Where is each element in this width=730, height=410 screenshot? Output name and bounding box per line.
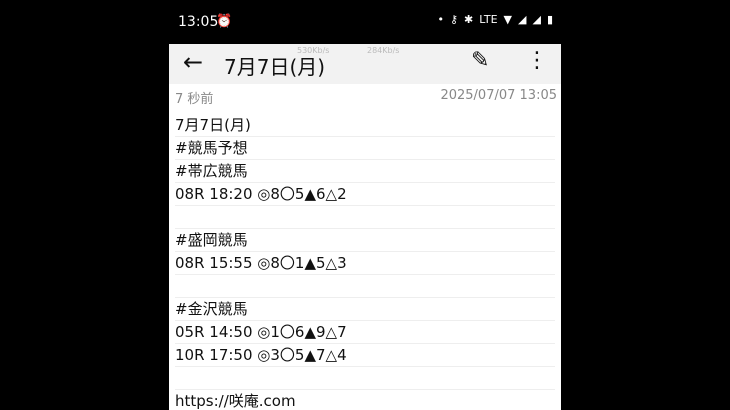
back-arrow-icon[interactable]: ← — [183, 48, 203, 76]
note-line — [175, 206, 555, 229]
note-title: 7月7日(月) — [224, 55, 326, 79]
note-line: 10R 17:50 ◎3〇5▲7△4 — [175, 344, 555, 367]
note-body[interactable]: 7 秒前 2025/07/07 13:05 7月7日(月) #競馬予想 #帯広競… — [169, 84, 561, 410]
note-content[interactable]: 7月7日(月) #競馬予想 #帯広競馬 08R 18:20 ◎8〇5▲6△2 #… — [175, 114, 555, 410]
note-link[interactable]: https://咲庵.com — [175, 390, 555, 410]
note-line: 08R 18:20 ◎8〇5▲6△2 — [175, 183, 555, 206]
status-bar: 13:05 ⏰ • ⚷ ✱ LTE ▼ ◢ ◢ ▮ — [169, 0, 561, 44]
key-icon: ⚷ — [449, 13, 459, 26]
more-options-icon[interactable]: ⋮ — [526, 48, 548, 73]
note-line: #帯広競馬 — [175, 160, 555, 183]
battery-icon: ▮ — [546, 13, 553, 26]
note-line: #競馬予想 — [175, 137, 555, 160]
elapsed-time: 7 秒前 — [175, 92, 214, 107]
lte-label: LTE — [479, 13, 498, 26]
signal-icon-2: ◢ — [532, 13, 541, 26]
note-line — [175, 275, 555, 298]
note-line: 05R 14:50 ◎1〇6▲9△7 — [175, 321, 555, 344]
signal-icon: ◢ — [518, 13, 527, 26]
note-line: 7月7日(月) — [175, 114, 555, 137]
wifi-icon: ▼ — [503, 13, 512, 26]
note-line: 08R 15:55 ◎8〇1▲5△3 — [175, 252, 555, 275]
alarm-icon: ⏰ — [216, 14, 233, 29]
edit-pencil-icon[interactable]: ✎ — [471, 48, 489, 73]
note-line: #盛岡競馬 — [175, 229, 555, 252]
network-speed-2: 284Kb/s — [367, 46, 400, 55]
notification-dot-icon: • — [437, 13, 444, 26]
bluetooth-icon: ✱ — [464, 13, 474, 26]
note-line: #金沢競馬 — [175, 298, 555, 321]
status-icons: • ⚷ ✱ LTE ▼ ◢ ◢ ▮ — [437, 13, 553, 26]
note-timestamp: 2025/07/07 13:05 — [440, 88, 557, 103]
app-bar: ← 7月7日(月) 530Kb/s 284Kb/s ✎ ⋮ — [169, 44, 561, 84]
note-line — [175, 367, 555, 390]
phone-screen: 13:05 ⏰ • ⚷ ✱ LTE ▼ ◢ ◢ ▮ ← 7月7日(月) 530K… — [169, 0, 561, 410]
network-speed-1: 530Kb/s — [297, 46, 330, 55]
status-time: 13:05 — [178, 14, 219, 30]
